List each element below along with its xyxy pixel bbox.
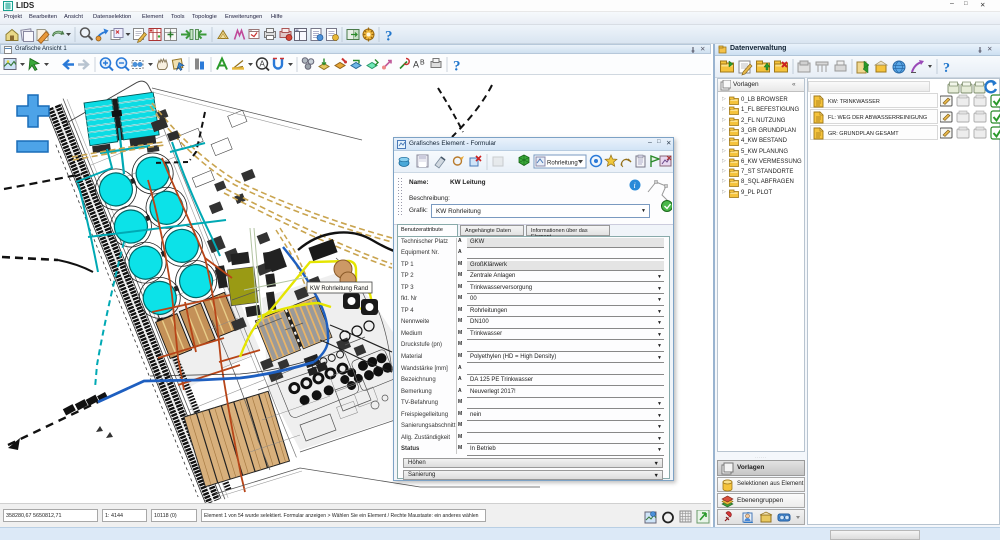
svg-text:?: ? [943,61,950,76]
svg-text:Rohrleitung: Rohrleitung [547,161,578,167]
svg-text:?: ? [385,29,393,45]
svg-text:?: ? [453,59,461,75]
svg-text:i: i [634,181,636,190]
svg-text:KW Rohrleitung Rand: KW Rohrleitung Rand [310,286,368,292]
svg-text:B: B [420,60,425,67]
svg-text:A: A [260,60,266,69]
svg-text:A: A [413,60,419,70]
